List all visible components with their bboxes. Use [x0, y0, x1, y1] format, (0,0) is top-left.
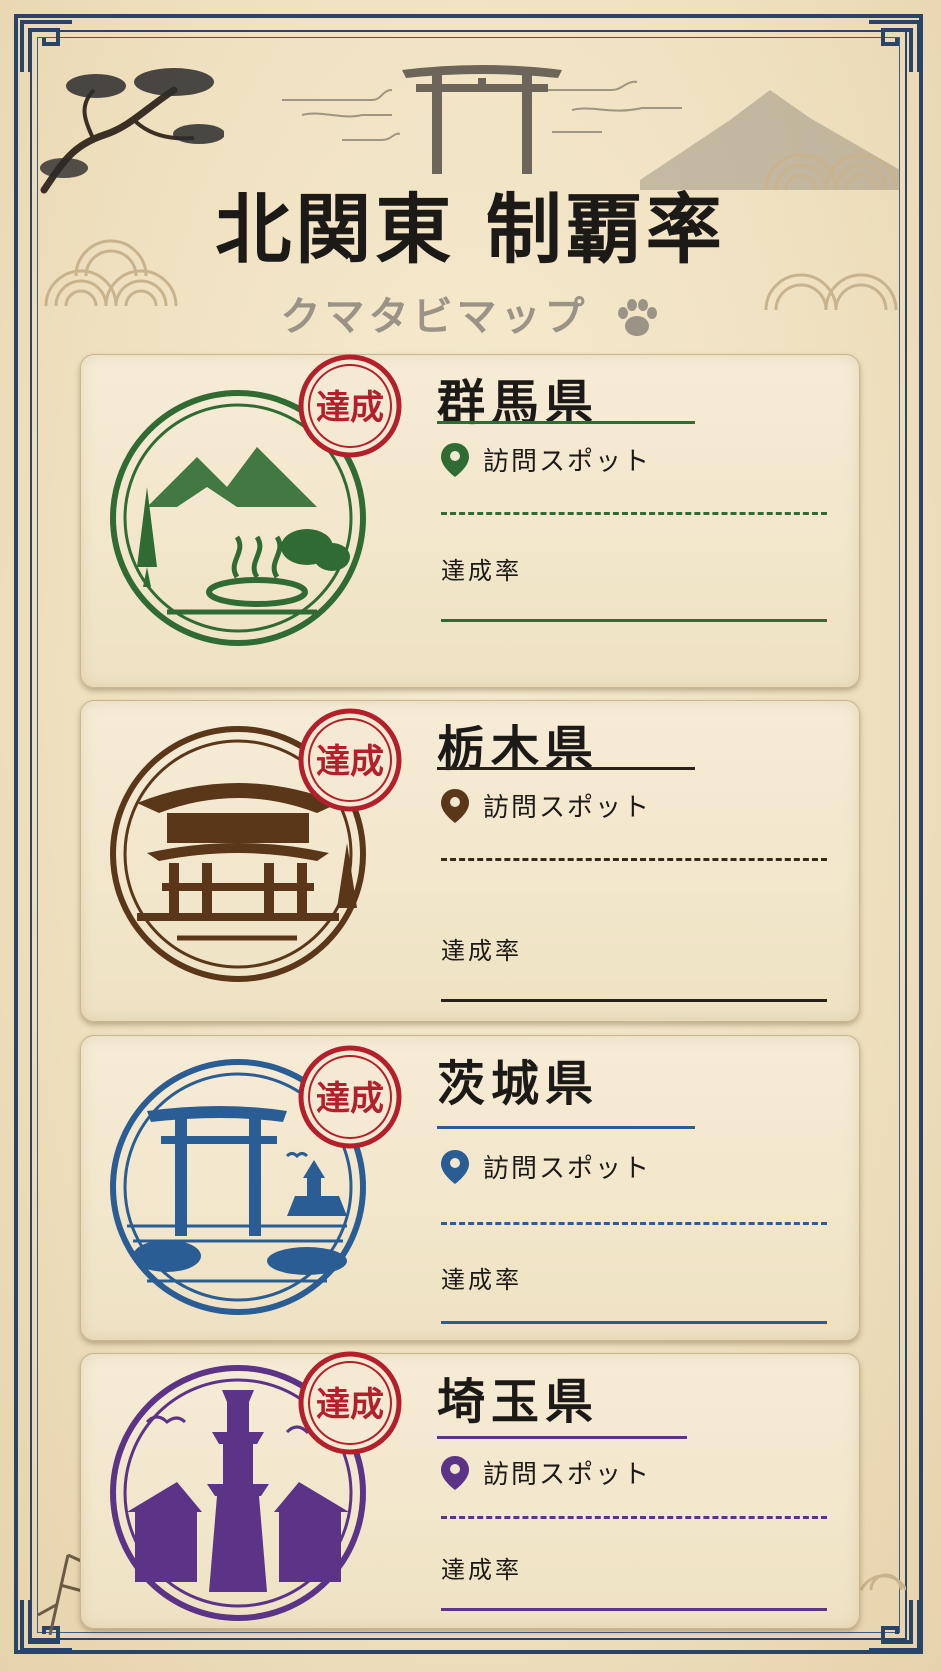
- badge-text: 達成: [316, 1079, 384, 1119]
- prefecture-card-ibaraki[interactable]: 達成 茨城県 訪問スポット 達成率: [80, 1035, 860, 1341]
- visit-spot-dashed-line: [441, 858, 827, 861]
- location-pin-icon: [441, 1149, 469, 1184]
- badge-text: 達成: [316, 742, 384, 782]
- page-title: 北関東 制覇率: [215, 185, 726, 274]
- achievement-rate-line: [441, 999, 827, 1002]
- badge-text: 達成: [316, 1385, 384, 1425]
- corner-ornament-icon: [869, 1600, 921, 1652]
- achievement-rate-label: 達成率: [441, 557, 522, 585]
- visit-spot-row[interactable]: 訪問スポット: [441, 787, 651, 824]
- location-pin-icon: [441, 442, 469, 477]
- visit-spot-row[interactable]: 訪問スポット: [441, 441, 651, 478]
- achievement-rate-line: [441, 1321, 827, 1324]
- prefecture-underline: [437, 1126, 695, 1129]
- location-pin-icon: [441, 1455, 469, 1490]
- achieved-badge: 達成: [298, 354, 402, 458]
- visit-spot-label: 訪問スポット: [483, 1460, 652, 1490]
- subtitle-text: クマタビマップ: [280, 294, 589, 340]
- achieved-badge: 達成: [298, 1045, 402, 1149]
- visit-spot-row[interactable]: 訪問スポット: [441, 1148, 651, 1185]
- prefecture-name: 茨城県: [437, 1056, 600, 1112]
- prefecture-card-gunma[interactable]: 達成 群馬県 訪問スポット 達成率: [80, 354, 860, 688]
- achievement-rate-label: 達成率: [441, 1556, 522, 1584]
- paw-icon: [618, 299, 658, 336]
- corner-ornament-icon: [869, 20, 921, 72]
- prefecture-underline: [437, 1436, 687, 1439]
- visit-spot-dashed-line: [441, 1222, 827, 1225]
- visit-spot-dashed-line: [441, 1516, 827, 1519]
- achieved-badge: 達成: [298, 708, 402, 812]
- prefecture-card-saitama[interactable]: 達成 埼玉県 訪問スポット 達成率: [80, 1351, 860, 1629]
- visit-spot-label: 訪問スポット: [483, 1154, 652, 1184]
- wave-pattern-icon: [859, 1573, 906, 1591]
- visit-spot-row[interactable]: 訪問スポット: [441, 1454, 651, 1491]
- visit-spot-label: 訪問スポット: [483, 793, 652, 823]
- prefecture-underline: [437, 421, 695, 424]
- achieved-badge: 達成: [298, 1351, 402, 1455]
- achievement-rate-label: 達成率: [441, 1266, 522, 1294]
- location-pin-icon: [441, 788, 469, 823]
- achievement-rate-line: [441, 1608, 827, 1611]
- prefecture-card-tochigi[interactable]: 達成 栃木県 訪問スポット 達成率: [80, 700, 860, 1022]
- visit-spot-dashed-line: [441, 512, 827, 515]
- achievement-rate-label: 達成率: [441, 937, 522, 965]
- achievement-rate-line: [441, 619, 827, 622]
- prefecture-name: 埼玉県: [437, 1374, 600, 1430]
- visit-spot-label: 訪問スポット: [483, 447, 652, 477]
- page-subtitle: クマタビマップ: [0, 284, 941, 342]
- badge-text: 達成: [316, 388, 384, 428]
- prefecture-underline: [437, 767, 695, 770]
- torii-gate-icon: [282, 65, 682, 174]
